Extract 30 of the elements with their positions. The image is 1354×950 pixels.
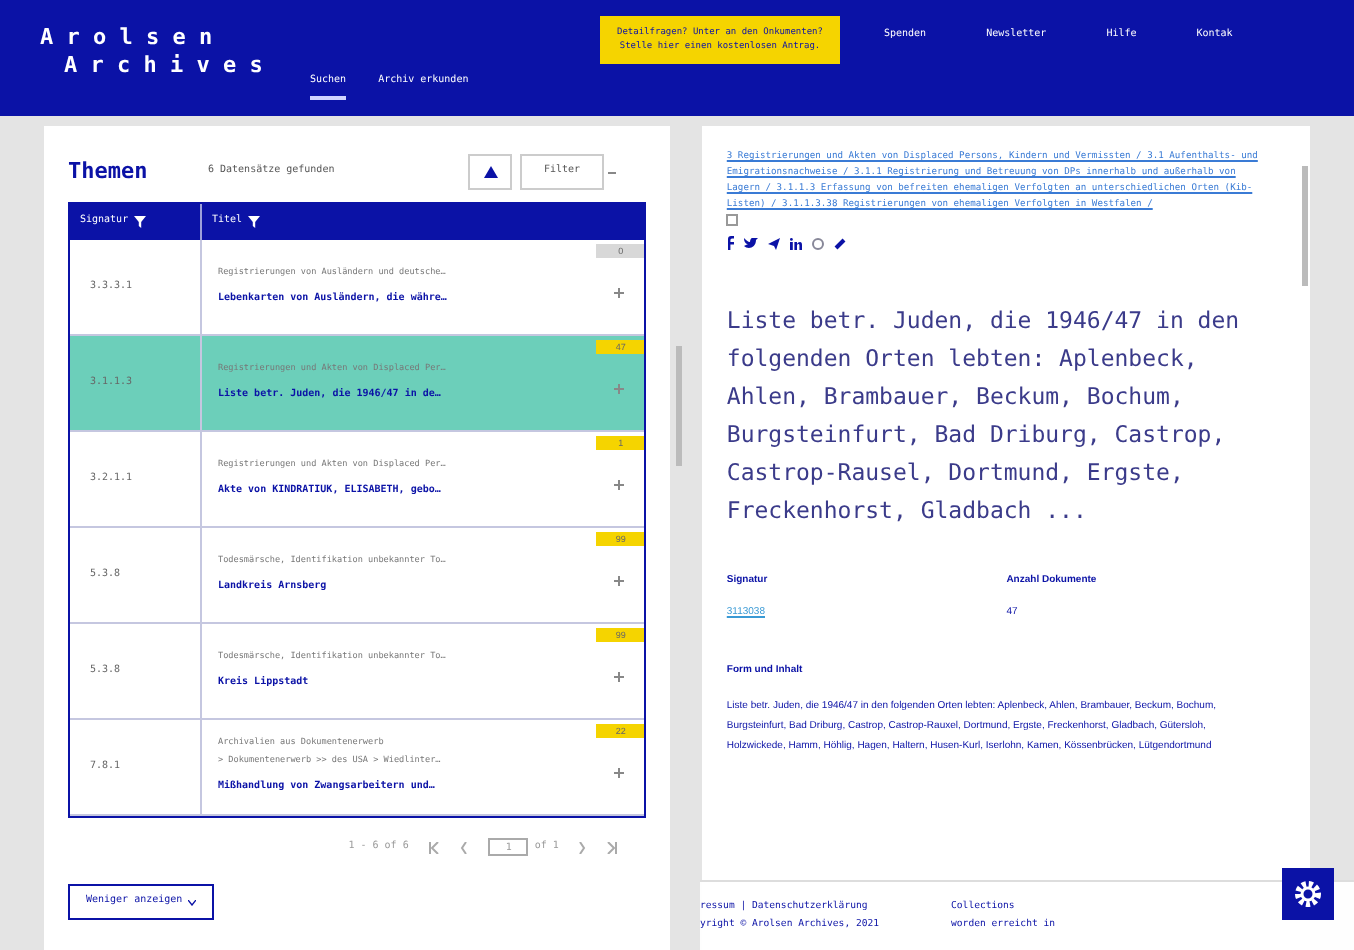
previous-page-icon[interactable]: [460, 841, 469, 853]
last-page-icon[interactable]: [606, 841, 619, 853]
download-icon: [483, 165, 497, 179]
plus-icon[interactable]: [614, 672, 625, 682]
linkedin-icon[interactable]: [790, 237, 803, 250]
plus-icon[interactable]: [614, 768, 625, 778]
expand-icon[interactable]: [726, 214, 739, 226]
filter-icon[interactable]: [134, 216, 147, 228]
link-icon[interactable]: [834, 237, 847, 250]
chat-icon[interactable]: [812, 237, 825, 250]
plus-icon[interactable]: [614, 384, 625, 394]
next-page-icon[interactable]: [578, 841, 587, 853]
panel-title: Themen: [68, 155, 150, 188]
bird-icon[interactable]: [744, 237, 759, 250]
filter-icon[interactable]: [248, 216, 261, 228]
scrollbar[interactable]: [676, 346, 683, 466]
plus-icon[interactable]: [614, 480, 625, 490]
plus-icon[interactable]: [614, 288, 625, 298]
plus-icon[interactable]: [614, 576, 625, 586]
logo-text[interactable]: A r c h i v e s: [40, 52, 310, 80]
caret-icon: [188, 899, 197, 905]
logo-text[interactable]: A r o l s e n: [40, 24, 310, 52]
send-icon[interactable]: [768, 237, 781, 250]
first-page-icon[interactable]: [428, 841, 441, 853]
record-title: Liste betr. Juden, die 1946/47 in den folgenden Orten lebten: Aplenbeck, Ahlen, Brambauer, Beckum, Bochum, Burgsteinfurt, Bad Driburg, Castrop, Castrop-Rausel, Dortmund, Ergste, Freckenhorst, Gladbach ...: [726, 304, 1242, 529]
scrollbar[interactable]: [1302, 166, 1308, 286]
settings-button[interactable]: [1282, 868, 1334, 920]
download-button[interactable]: [468, 154, 512, 190]
settings-icon: [1294, 880, 1322, 908]
facebook-icon[interactable]: [726, 236, 735, 251]
